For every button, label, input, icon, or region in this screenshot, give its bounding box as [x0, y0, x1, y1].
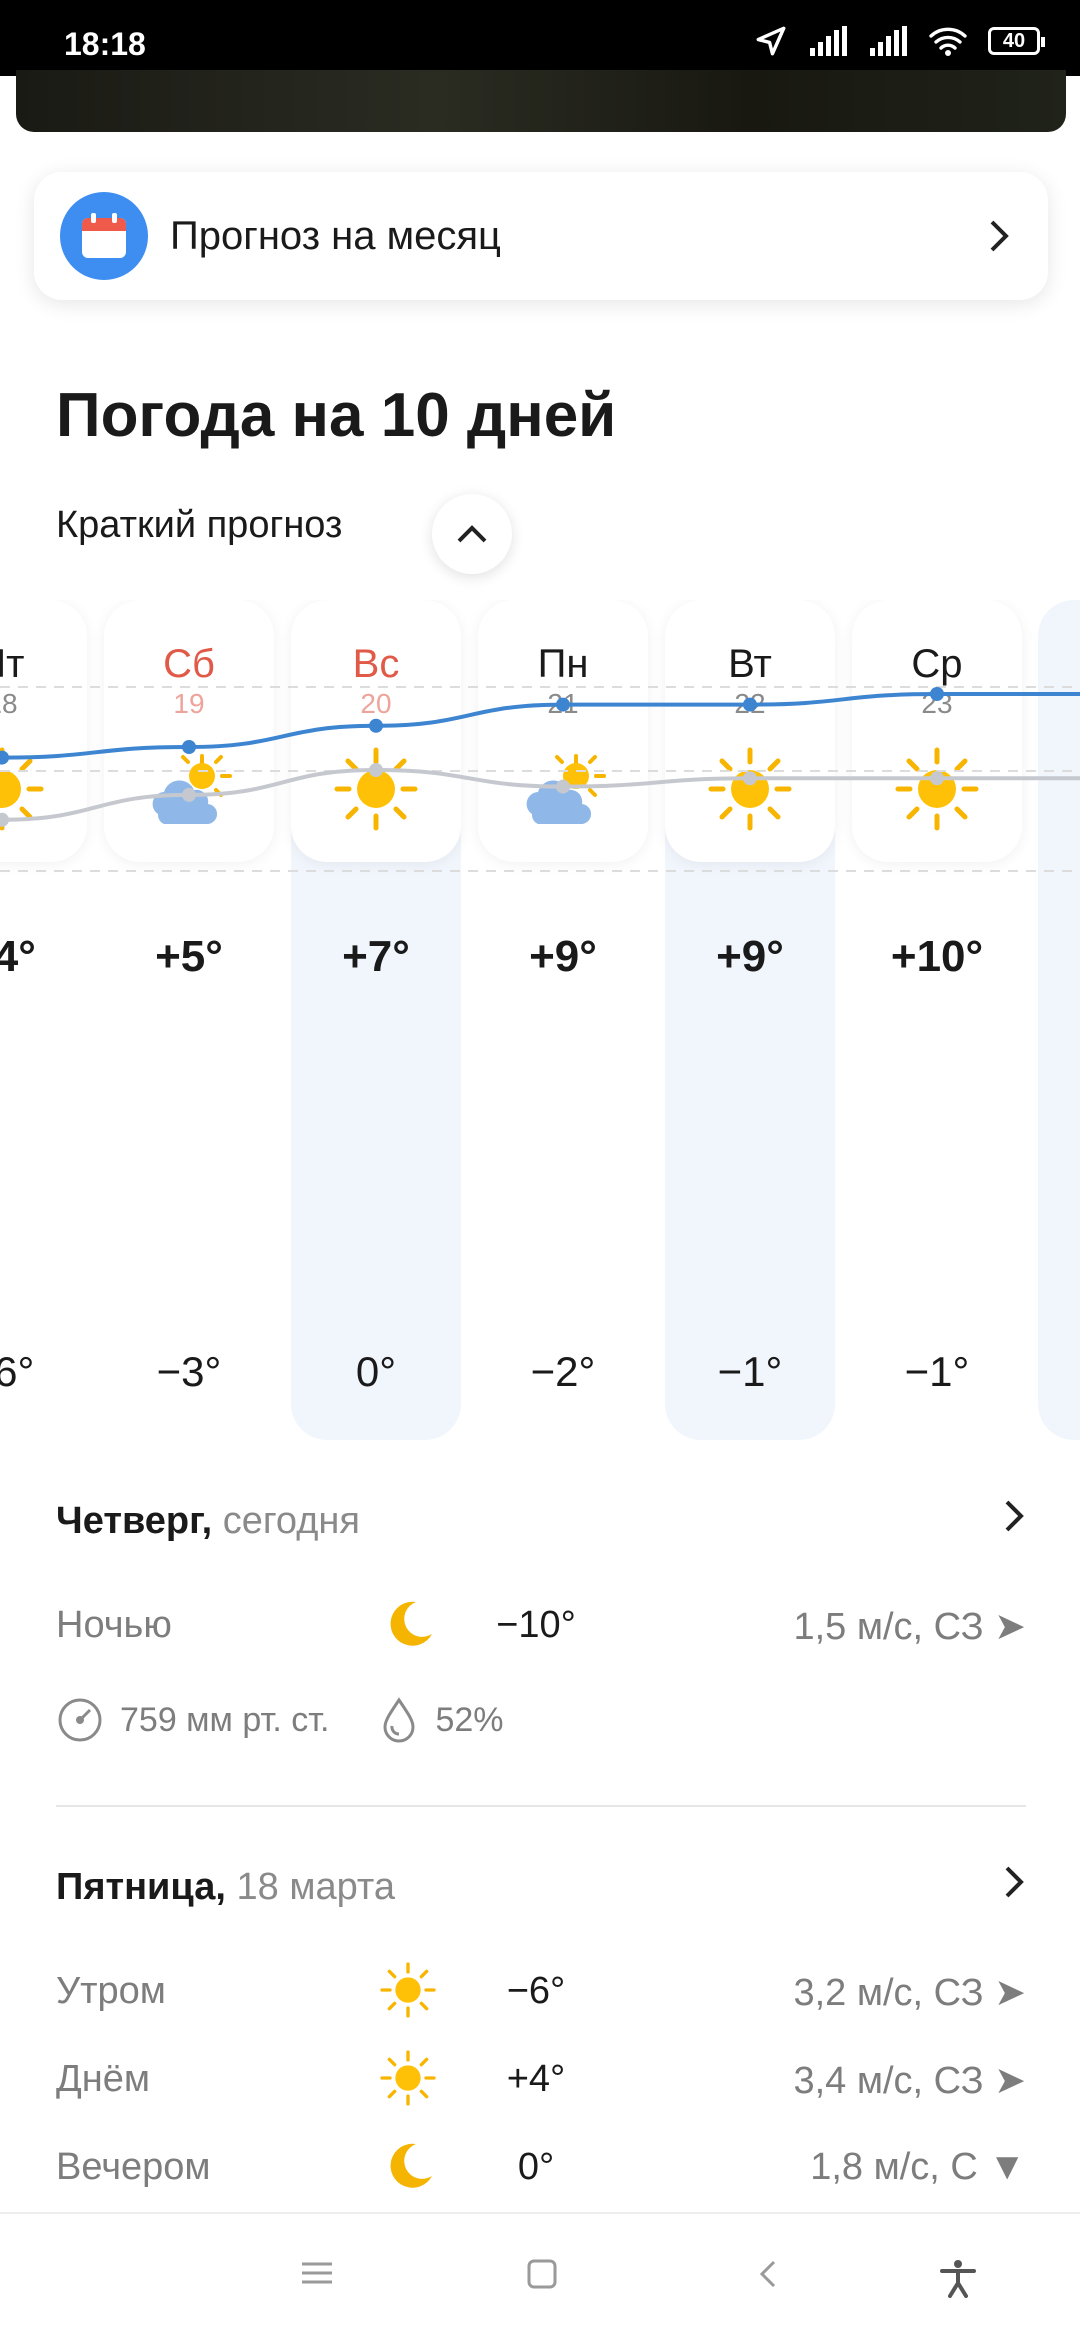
humidity-value: 52%	[435, 1700, 504, 1739]
moon-icon	[390, 1601, 432, 1646]
period-wind: 3,4 м/с, СЗ ➤	[793, 2058, 1026, 2103]
high-temp-point	[556, 697, 570, 712]
high-temp-point	[369, 718, 383, 733]
wind-text: 3,2 м/с, СЗ	[793, 1972, 984, 2014]
period-temp: 0°	[517, 2146, 555, 2188]
low-temp-point	[182, 787, 196, 802]
wind-arrow-icon: ▼	[988, 2146, 1026, 2188]
back-icon[interactable]	[756, 2258, 780, 2290]
sun-icon	[380, 2050, 436, 2106]
pressure-value: 759 мм рт. ст.	[120, 1700, 330, 1739]
period-row: Днём +4° 3,4 м/с, СЗ ➤	[56, 2048, 1026, 2108]
tomorrow-header[interactable]: Пятница, 18 марта	[56, 1866, 1026, 1909]
pressure-icon	[58, 1698, 102, 1742]
low-temp-point	[556, 779, 570, 794]
brief-forecast-label: Краткий прогноз	[56, 504, 343, 546]
wind-arrow-icon: ➤	[994, 1972, 1026, 2014]
status-time: 18:18	[64, 26, 146, 62]
video-preview[interactable]	[16, 70, 1066, 132]
low-temp-point	[743, 771, 757, 786]
calendar-icon	[60, 192, 148, 280]
period-name: Утром	[56, 1970, 166, 2012]
today-title: Четверг,	[56, 1500, 213, 1542]
forecast-strip[interactable]: Чт 18 +4° −6° Сб 19 +5° −3° Вс 20 +7° 0°…	[0, 600, 1080, 1440]
sun-icon	[380, 1962, 436, 2018]
high-temp-point	[0, 750, 9, 765]
chevron-right-icon	[990, 220, 1009, 252]
high-temp-point	[930, 687, 944, 701]
period-wind: 3,2 м/с, СЗ ➤	[793, 1970, 1026, 2015]
period-name: Ночью	[56, 1604, 172, 1646]
period-row: Вечером 0° 1,8 м/с, С ▼	[56, 2136, 1026, 2196]
today-meta: 759 мм рт. ст. 52%	[56, 1696, 504, 1744]
chevron-up-icon	[457, 525, 487, 543]
wind-text: 1,8 м/с, С	[810, 2146, 978, 2188]
wind-text: 3,4 м/с, СЗ	[793, 2060, 984, 2102]
temperature-chart	[0, 686, 1080, 872]
divider	[56, 1805, 1026, 1807]
tomorrow-title: Пятница,	[56, 1866, 226, 1908]
period-row: Утром −6° 3,2 м/с, СЗ ➤	[56, 1960, 1026, 2020]
low-temp-line	[1, 767, 1080, 822]
low-temp-point	[369, 763, 383, 777]
battery-level: 40	[1002, 29, 1026, 52]
signal-icon-2	[870, 26, 907, 56]
location-icon	[756, 26, 786, 56]
battery-icon: 40	[988, 27, 1045, 55]
humidity-icon	[383, 1697, 415, 1743]
period-temp: +4°	[506, 2058, 566, 2100]
low-temp-point	[930, 771, 944, 786]
period-temp: −6°	[506, 1970, 566, 2012]
moon-icon	[390, 2143, 432, 2188]
status-icons: 40	[754, 24, 1045, 58]
navigation-bar	[0, 2212, 1080, 2342]
home-icon[interactable]	[526, 2258, 558, 2290]
period-name: Днём	[56, 2058, 150, 2100]
wind-arrow-icon: ➤	[994, 1606, 1026, 1648]
collapse-button[interactable]	[432, 494, 512, 574]
menu-icon[interactable]	[300, 2258, 334, 2288]
wind-text: 1,5 м/с, СЗ	[793, 1606, 984, 1648]
month-forecast-card[interactable]: Прогноз на месяц	[34, 172, 1048, 300]
high-temp-point	[743, 697, 757, 712]
month-forecast-label: Прогноз на месяц	[170, 213, 501, 258]
status-bar: 18:18 40	[0, 0, 1080, 76]
wind-arrow-icon: ➤	[994, 2060, 1026, 2102]
today-header[interactable]: Четверг, сегодня	[56, 1500, 1026, 1543]
low-temp-point	[0, 812, 9, 827]
high-temp-line	[1, 692, 1080, 760]
signal-icon	[810, 26, 847, 56]
chevron-right-icon	[1005, 1866, 1024, 1898]
accessibility-icon[interactable]	[938, 2258, 978, 2298]
period-temp: −10°	[496, 1604, 576, 1646]
today-subtitle: сегодня	[222, 1500, 360, 1542]
section-title: Погода на 10 дней	[56, 381, 617, 450]
period-row: Ночью −10° 1,5 м/с, СЗ ➤	[56, 1594, 1026, 1654]
high-temp-point	[182, 740, 196, 754]
period-wind: 1,5 м/с, СЗ ➤	[793, 1604, 1026, 1649]
chevron-right-icon	[1005, 1500, 1024, 1532]
wifi-icon	[929, 27, 967, 56]
period-name: Вечером	[56, 2146, 211, 2188]
period-wind: 1,8 м/с, С ▼	[810, 2146, 1026, 2189]
tomorrow-subtitle: 18 марта	[236, 1866, 396, 1908]
